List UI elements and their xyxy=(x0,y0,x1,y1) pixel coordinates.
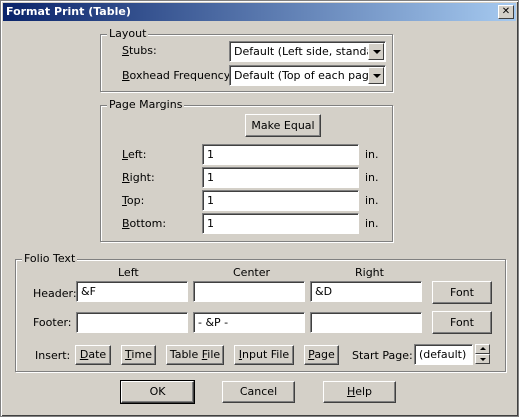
chevron-down-icon[interactable] xyxy=(368,43,384,60)
page-margins-legend: Page Margins xyxy=(107,98,185,111)
insert-page-button[interactable]: Page xyxy=(304,345,339,365)
margin-right-unit: in. xyxy=(365,171,379,184)
column-right-heading: Right xyxy=(355,266,384,279)
footer-font-button[interactable]: Font xyxy=(432,311,492,334)
boxhead-label: Boxhead Frequency: xyxy=(122,69,234,82)
margin-left-unit: in. xyxy=(365,148,379,161)
insert-input-file-button[interactable]: Input File xyxy=(234,345,294,365)
footer-right-input[interactable] xyxy=(310,312,422,333)
insert-time-button[interactable]: Time xyxy=(121,345,156,365)
margin-right-label: Right: xyxy=(122,171,155,184)
margin-bottom-unit: in. xyxy=(365,217,379,230)
header-label: Header: xyxy=(33,287,77,300)
header-center-input[interactable] xyxy=(193,281,305,302)
margin-left-input[interactable]: 1 xyxy=(202,144,359,165)
close-button[interactable]: ✕ xyxy=(498,5,514,19)
stubs-value: Default (Left side, standard) xyxy=(234,45,386,58)
column-center-heading: Center xyxy=(233,266,271,279)
margin-top-input[interactable]: 1 xyxy=(202,190,359,211)
insert-date-button[interactable]: Date xyxy=(75,345,111,365)
start-page-input[interactable]: (default) xyxy=(414,344,473,365)
layout-legend: Layout xyxy=(107,27,149,40)
spin-up-icon[interactable] xyxy=(475,344,490,354)
insert-label: Insert: xyxy=(35,349,71,362)
margin-bottom-label: Bottom: xyxy=(122,217,167,230)
footer-left-input[interactable] xyxy=(76,312,188,333)
stubs-label: Stubs: xyxy=(122,44,157,57)
header-left-input[interactable]: &F xyxy=(76,281,188,302)
chevron-down-icon[interactable] xyxy=(368,67,384,84)
spin-down-icon[interactable] xyxy=(475,354,490,364)
format-print-dialog: Format Print (Table) ✕ Layout Stubs: Def… xyxy=(0,0,519,417)
header-right-input[interactable]: &D xyxy=(310,281,422,302)
title-bar[interactable]: Format Print (Table) ✕ xyxy=(3,3,516,21)
boxhead-frequency-select[interactable]: Default (Top of each page) xyxy=(229,65,386,86)
insert-table-file-button[interactable]: Table File xyxy=(166,345,224,365)
make-equal-button[interactable]: Make Equal xyxy=(245,114,321,137)
close-icon: ✕ xyxy=(501,6,511,17)
footer-label: Footer: xyxy=(33,316,72,329)
margin-bottom-input[interactable]: 1 xyxy=(202,213,359,234)
footer-center-input[interactable]: - &P - xyxy=(193,312,305,333)
start-page-label: Start Page: xyxy=(352,349,413,362)
boxhead-value: Default (Top of each page) xyxy=(234,69,380,82)
margin-top-unit: in. xyxy=(365,194,379,207)
margin-left-label: Left: xyxy=(122,148,147,161)
column-left-heading: Left xyxy=(118,266,139,279)
folio-text-legend: Folio Text xyxy=(22,252,78,265)
help-button[interactable]: Help xyxy=(323,381,396,403)
header-font-button[interactable]: Font xyxy=(432,281,492,304)
margin-right-input[interactable]: 1 xyxy=(202,167,359,188)
margin-top-label: Top: xyxy=(122,194,145,207)
cancel-button[interactable]: Cancel xyxy=(222,381,295,403)
dialog-title: Format Print (Table) xyxy=(6,5,131,18)
stubs-select[interactable]: Default (Left side, standard) xyxy=(229,41,386,62)
ok-button[interactable]: OK xyxy=(120,380,195,404)
